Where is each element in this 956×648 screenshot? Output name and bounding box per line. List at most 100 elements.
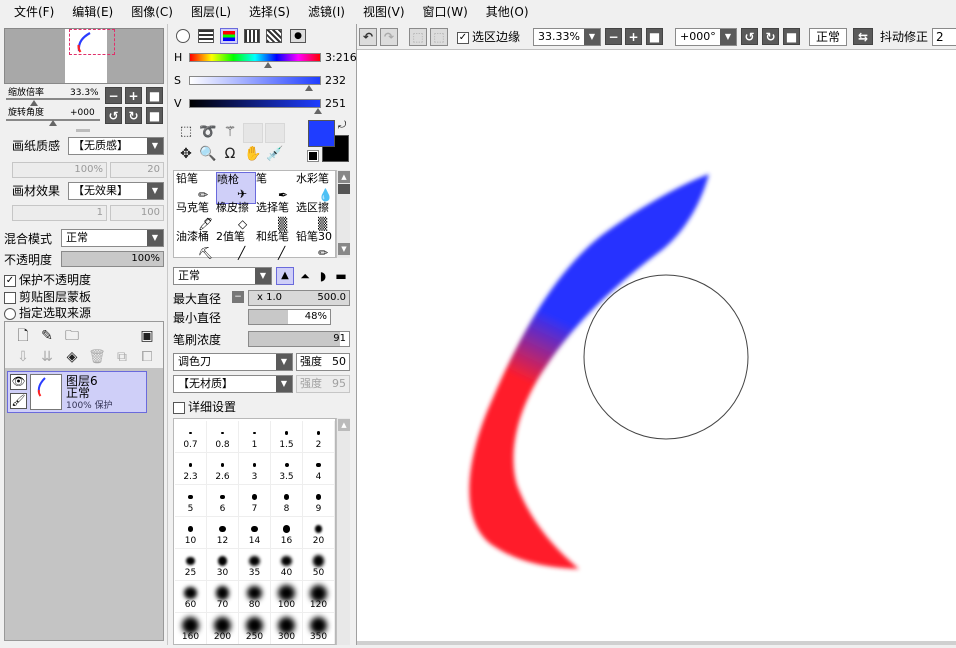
toolbar-rotate-ccw-button[interactable]: ↺ (741, 28, 758, 45)
brush-size-cell[interactable]: 10 (175, 517, 207, 549)
brush-size-cell[interactable]: 2.6 (207, 453, 239, 485)
value-slider-thumb[interactable] (314, 108, 323, 114)
toolbar-rotate-reset-button[interactable]: ■ (783, 28, 800, 45)
flatten-icon[interactable]: ⧠ (137, 347, 157, 367)
brush-size-cell[interactable]: 5 (175, 485, 207, 517)
hsv-slider-mode-icon[interactable] (220, 28, 238, 44)
blend-mode-select[interactable]: 正常 ▼ (61, 229, 164, 247)
brush-size-cell[interactable]: 16 (271, 517, 303, 549)
menu-item[interactable]: 图像(C) (123, 0, 181, 24)
clip-mask-checkbox[interactable]: 剪贴图层蒙板 (4, 290, 91, 304)
canvas-hscrollbar[interactable] (357, 641, 956, 645)
invert-selection-button[interactable]: ⬚ (430, 28, 448, 46)
rotate-slider-thumb[interactable] (49, 120, 57, 126)
brush-size-cell[interactable]: 200 (207, 613, 239, 644)
brush-size-cell[interactable]: 250 (239, 613, 271, 644)
brush-size-cell[interactable]: 0.8 (207, 421, 239, 453)
brush-size-cell[interactable]: 60 (175, 581, 207, 613)
flip-view-button[interactable]: ⇆ (853, 28, 873, 45)
layer-edit-toggle[interactable]: 🖌 (10, 393, 27, 409)
clear-layer-icon[interactable]: ◈ (62, 347, 82, 367)
reset-colors-icon[interactable] (307, 150, 319, 162)
brush-tool-pencil[interactable]: 铅笔 ✏ (176, 172, 216, 204)
foreground-color-swatch[interactable] (308, 120, 335, 147)
zoom-select[interactable]: 33.33% ▼ (533, 28, 601, 46)
brush-shape-medium-icon[interactable]: ⏶ (296, 267, 314, 285)
brush-size-cell[interactable]: 160 (175, 613, 207, 644)
brush-tool-pen[interactable]: 笔 ✒ (256, 172, 296, 204)
texture-scale-field[interactable]: 100% (12, 162, 107, 178)
brush-tool-watercolor[interactable]: 水彩笔 💧 (296, 172, 336, 204)
drawing-canvas[interactable] (357, 50, 956, 645)
brush-tool-airbrush[interactable]: 喷枪 ✈ (216, 172, 256, 204)
paper-texture-select[interactable]: 【无质感】 ▼ (68, 137, 164, 155)
eyedropper-icon[interactable]: 💉 (265, 144, 285, 164)
zoom-out-button[interactable]: − (105, 87, 122, 104)
layer-visibility-toggle[interactable]: 👁 (10, 374, 27, 390)
brush-size-cell[interactable]: 2 (303, 421, 335, 453)
navigator-preview[interactable] (4, 28, 164, 84)
size-grid-scrollbar[interactable]: ▲ (336, 418, 350, 645)
brush-size-cell[interactable]: 25 (175, 549, 207, 581)
brush-tool-select-eraser[interactable]: 选区擦 ▒ (296, 201, 336, 233)
scroll-down-arrow[interactable]: ▼ (338, 243, 350, 255)
layer-row[interactable]: 👁 🖌 图层6 正常 100% 保护 (7, 371, 147, 413)
brush-size-cell[interactable]: 350 (303, 613, 335, 644)
zoom-reset-button[interactable]: ■ (146, 87, 163, 104)
rotate-view-icon[interactable]: Ω (220, 144, 240, 164)
brush-size-cell[interactable]: 70 (207, 581, 239, 613)
brush-size-cell[interactable]: 6 (207, 485, 239, 517)
deselect-button[interactable]: ⬚ (409, 28, 427, 46)
brush-texture-select[interactable]: 【无材质】 ▼ (173, 375, 293, 393)
texture-strength-field-brush[interactable]: 强度 95 (296, 375, 350, 393)
brush-size-cell[interactable]: 300 (271, 613, 303, 644)
swatch-mode-icon[interactable] (244, 29, 260, 43)
rotate-reset-button[interactable]: ■ (146, 107, 163, 124)
panel-divider-grip[interactable] (76, 129, 90, 132)
undo-button[interactable]: ↶ (359, 28, 377, 46)
lasso-icon[interactable]: ➰ (198, 122, 218, 142)
stabilizer-select[interactable]: 2 (932, 28, 956, 46)
saturation-slider[interactable] (189, 76, 321, 85)
protect-opacity-checkbox[interactable]: ✓ 保护不透明度 (4, 273, 91, 287)
brush-size-cell[interactable]: 20 (303, 517, 335, 549)
rotate-ccw-button[interactable]: ↺ (105, 107, 122, 124)
opacity-slider[interactable]: 100% (61, 251, 164, 267)
scratchpad-mode-icon[interactable]: ● (290, 29, 306, 43)
rect-select-icon[interactable]: ⬚ (176, 122, 196, 142)
hand-icon[interactable]: ✋ (243, 144, 263, 164)
brush-size-cell[interactable]: 1 (239, 421, 271, 453)
brush-tool-binary-pen[interactable]: 2值笔 ╱ (216, 230, 256, 262)
brush-size-cell[interactable]: 12 (207, 517, 239, 549)
brush-blend-select[interactable]: 正常 ▼ (173, 267, 272, 285)
rotate-select[interactable]: +000° ▼ (675, 28, 737, 46)
brush-density-slider[interactable]: 91 (248, 331, 350, 347)
menu-item[interactable]: 视图(V) (355, 0, 413, 24)
brush-size-cell[interactable]: 9 (303, 485, 335, 517)
brush-size-cell[interactable]: 7 (239, 485, 271, 517)
select-source-radio[interactable]: 指定选取来源 (4, 306, 91, 320)
redo-button[interactable]: ↷ (380, 28, 398, 46)
brush-size-cell[interactable]: 14 (239, 517, 271, 549)
toolbar-zoom-reset-button[interactable]: ■ (646, 28, 663, 45)
brush-size-cell[interactable]: 3.5 (271, 453, 303, 485)
brush-tool-eraser[interactable]: 橡皮擦 ◇ (216, 201, 256, 233)
brush-size-cell[interactable]: 2.3 (175, 453, 207, 485)
brush-tool-pencil30[interactable]: 铅笔30 ✏ (296, 230, 336, 262)
brush-size-cell[interactable]: 80 (239, 581, 271, 613)
zoom-icon[interactable]: 🔍 (198, 144, 218, 164)
toolbar-zoom-in-button[interactable]: + (625, 28, 642, 45)
rgb-slider-mode-icon[interactable] (198, 29, 214, 43)
delete-layer-icon[interactable]: 🗑 (87, 347, 107, 367)
hue-slider-thumb[interactable] (264, 62, 273, 68)
brush-shape-soft-icon[interactable]: ◗ (314, 267, 332, 285)
effect-strength-field[interactable]: 100 (110, 205, 164, 221)
transfer-down-icon[interactable]: ⇩ (13, 347, 33, 367)
merge-visible-icon[interactable]: ⧉ (112, 347, 132, 367)
detail-settings-checkbox[interactable]: 详细设置 (173, 400, 236, 414)
brush-tool-select-pen[interactable]: 选择笔 ▒ (256, 201, 296, 233)
brush-size-cell[interactable]: 50 (303, 549, 335, 581)
hue-slider[interactable] (189, 53, 321, 62)
rotate-cw-button[interactable]: ↻ (125, 107, 142, 124)
magic-wand-icon[interactable]: ⚚ (220, 122, 240, 142)
